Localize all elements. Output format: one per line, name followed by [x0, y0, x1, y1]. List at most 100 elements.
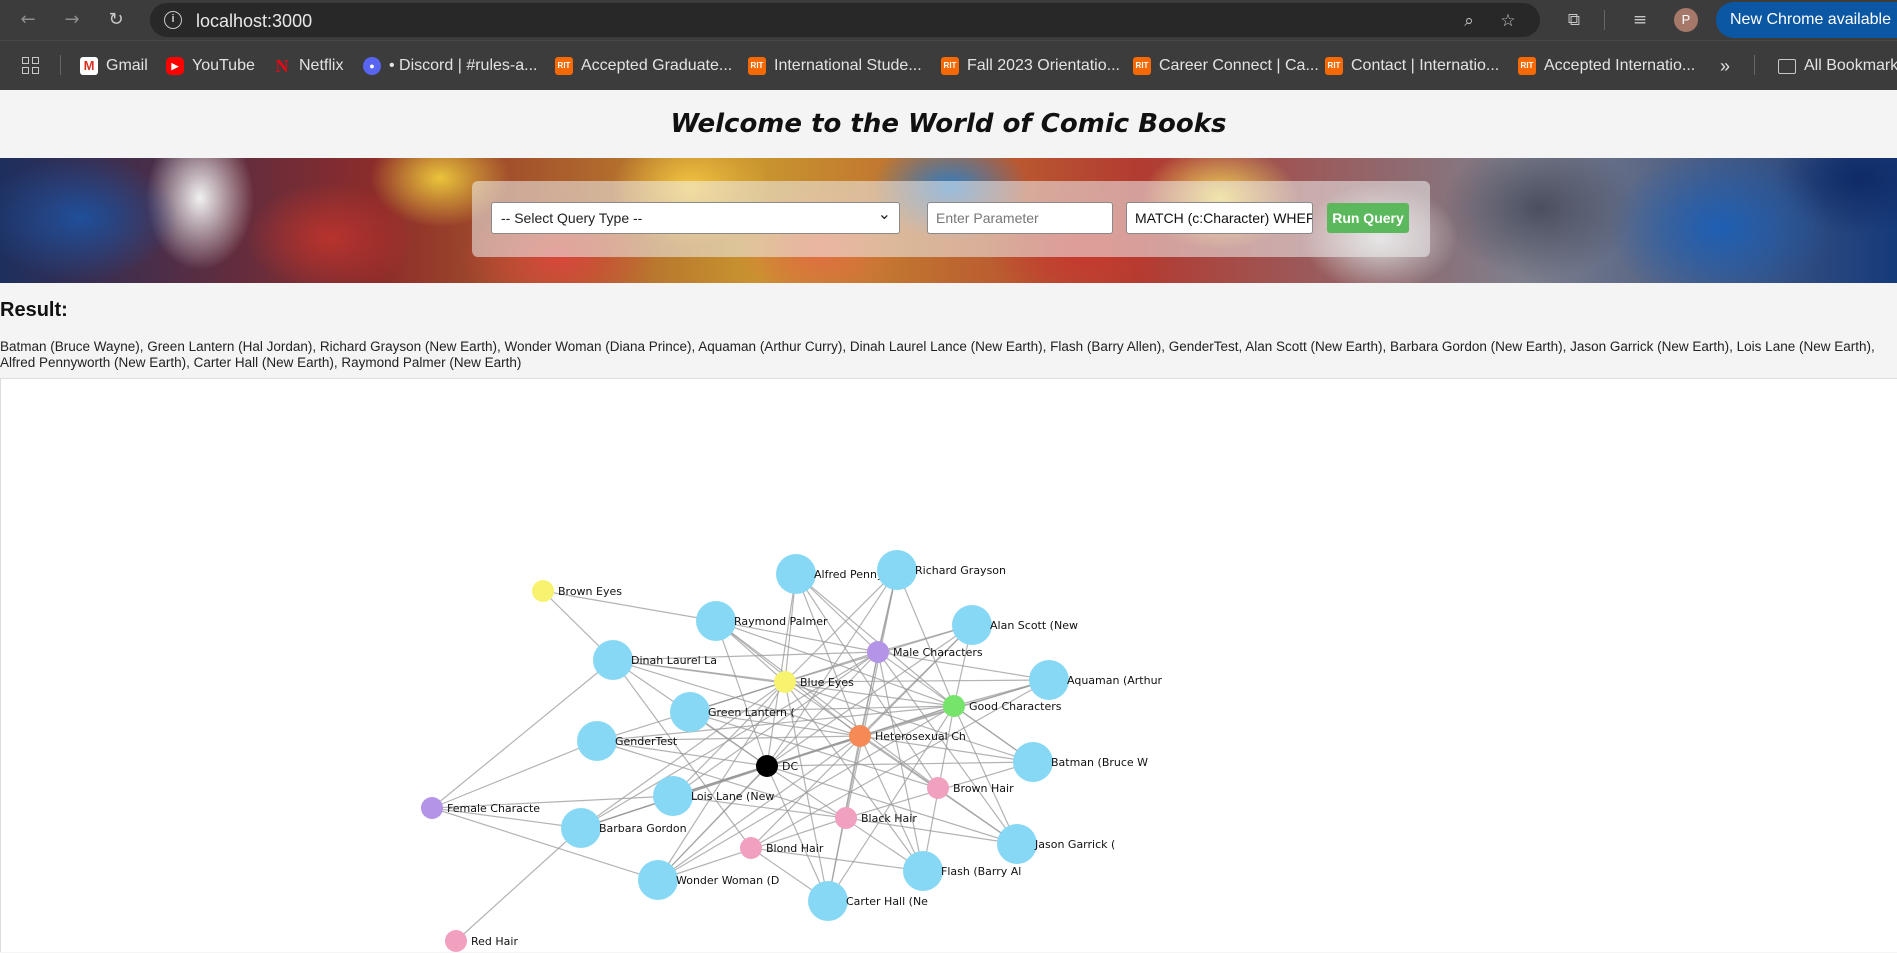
graph-node-label: Wonder Woman (D: [676, 874, 779, 887]
graph-node-circle[interactable]: [849, 725, 871, 747]
graph-node-label: Brown Eyes: [558, 585, 622, 598]
apps-grid-icon[interactable]: [22, 57, 40, 75]
graph-node-circle[interactable]: [670, 692, 710, 732]
graph-node-circle[interactable]: [696, 601, 736, 641]
graph-edge: [877, 651, 924, 872]
graph-node-circle[interactable]: [421, 797, 443, 819]
media-controls-icon[interactable]: ≡: [1628, 8, 1652, 32]
bookmark-fall-orientation[interactable]: RIT Fall 2023 Orientatio...: [941, 55, 1120, 77]
graph-node-batman[interactable]: Batman (Bruce W: [1013, 742, 1148, 782]
graph-node-label: Dinah Laurel La: [631, 654, 717, 667]
graph-node-label: Raymond Palmer: [734, 615, 828, 628]
bookmark-youtube[interactable]: ▶ YouTube: [166, 55, 255, 77]
graph-node-circle[interactable]: [740, 837, 762, 859]
graph-node-circle[interactable]: [653, 776, 693, 816]
graph-node-circle[interactable]: [997, 824, 1037, 864]
graph-node-redhair[interactable]: Red Hair: [445, 930, 518, 952]
back-arrow-icon[interactable]: ←: [16, 8, 40, 32]
graph-node-circle[interactable]: [1029, 660, 1069, 700]
graph-edge: [845, 569, 898, 819]
graph-node-aquaman[interactable]: Aquaman (Arthur: [1029, 660, 1163, 700]
address-bar[interactable]: i localhost:3000 ⌕ ☆: [150, 3, 1540, 37]
graph-node-circle[interactable]: [877, 550, 917, 590]
network-graph[interactable]: Alfred Pennywor Richard GraysonRaymond Pa…: [1, 379, 1897, 953]
rit-icon: RIT: [941, 57, 959, 75]
graph-node-label: Good Characters: [969, 700, 1062, 713]
all-bookmarks-folder[interactable]: All Bookmarks: [1778, 55, 1897, 77]
graph-node-richard[interactable]: Richard Grayson: [877, 550, 1006, 590]
bookmark-label: All Bookmarks: [1804, 57, 1897, 74]
graph-node-carter[interactable]: Carter Hall (Ne: [808, 881, 928, 921]
comic-banner: -- Select Query Type -- Enter Parameter …: [0, 158, 1897, 283]
graph-node-label: Jason Garrick (: [1034, 838, 1115, 851]
bookmark-contact-international[interactable]: RIT Contact | Internatio...: [1325, 55, 1499, 77]
bookmark-accepted-international[interactable]: RIT Accepted Internatio...: [1518, 55, 1695, 77]
graph-node-browneyes[interactable]: Brown Eyes: [532, 580, 622, 602]
query-type-select[interactable]: -- Select Query Type --: [491, 199, 900, 234]
graph-node-circle[interactable]: [867, 641, 889, 663]
graph-node-circle[interactable]: [445, 930, 467, 952]
bookmarks-divider: [60, 55, 61, 75]
rit-icon: RIT: [1133, 57, 1151, 75]
graph-node-circle[interactable]: [774, 671, 796, 693]
graph-node-circle[interactable]: [927, 777, 949, 799]
bookmark-career-connect[interactable]: RIT Career Connect | Ca...: [1133, 55, 1319, 77]
graph-node-circle[interactable]: [903, 851, 943, 891]
graph-edge: [431, 807, 659, 881]
graph-node-label: Female Characte: [447, 802, 540, 815]
result-text: Batman (Bruce Wayne), Green Lantern (Hal…: [0, 339, 1875, 370]
graph-edge: [431, 740, 598, 809]
extensions-icon[interactable]: ⧉: [1562, 8, 1586, 32]
graph-node-label: Flash (Barry Al: [941, 865, 1021, 878]
bookmark-star-icon[interactable]: ☆: [1496, 9, 1520, 33]
chrome-update-label: New Chrome available: [1730, 11, 1891, 28]
graph-edge: [953, 705, 1018, 845]
bookmark-netflix[interactable]: N Netflix: [273, 55, 344, 77]
graph-node-circle[interactable]: [532, 580, 554, 602]
graph-node-label: Alan Scott (New: [990, 619, 1078, 632]
bookmark-gmail[interactable]: M Gmail: [80, 55, 148, 77]
graph-node-female[interactable]: Female Characte: [421, 797, 540, 819]
reload-icon[interactable]: ↻: [104, 8, 128, 32]
graph-node-label: DC: [782, 760, 798, 773]
chrome-update-button[interactable]: New Chrome available: [1716, 2, 1897, 38]
parameter-input[interactable]: Enter Parameter: [927, 202, 1113, 234]
graph-node-circle[interactable]: [776, 554, 816, 594]
bookmark-discord[interactable]: ● • Discord | #rules-a...: [363, 55, 537, 77]
graph-node-circle[interactable]: [638, 860, 678, 900]
graph-node-label: Barbara Gordon: [599, 822, 687, 835]
graph-node-label: Blond Hair: [766, 842, 824, 855]
graph-node-circle[interactable]: [577, 721, 617, 761]
bookmark-accepted-graduate[interactable]: RIT Accepted Graduate...: [555, 55, 732, 77]
graph-node-raymond[interactable]: Raymond Palmer: [696, 601, 828, 641]
graph-node-circle[interactable]: [835, 807, 857, 829]
rit-icon: RIT: [1518, 57, 1536, 75]
zoom-icon[interactable]: ⌕: [1457, 9, 1481, 33]
graph-node-circle[interactable]: [808, 881, 848, 921]
bookmark-label: Accepted Internatio...: [1544, 57, 1696, 74]
graph-node-dinah[interactable]: Dinah Laurel La: [593, 640, 717, 680]
graph-node-circle[interactable]: [1013, 742, 1053, 782]
graph-node-circle[interactable]: [561, 808, 601, 848]
forward-arrow-icon[interactable]: →: [60, 8, 84, 32]
graph-node-circle[interactable]: [593, 640, 633, 680]
graph-node-circle[interactable]: [952, 605, 992, 645]
run-query-button[interactable]: Run Query: [1327, 203, 1409, 233]
graph-node-label: Green Lantern (: [708, 706, 795, 719]
profile-avatar[interactable]: P: [1674, 8, 1698, 32]
graph-node-label: Blue Eyes: [800, 676, 854, 689]
graph-node-jason[interactable]: Jason Garrick (: [997, 824, 1115, 864]
discord-icon: ●: [363, 57, 381, 75]
site-info-icon[interactable]: i: [164, 11, 182, 29]
graph-node-label: Red Hair: [471, 935, 518, 948]
address-url[interactable]: localhost:3000: [196, 11, 312, 32]
graph-node-circle[interactable]: [943, 695, 965, 717]
graph-node-alan[interactable]: Alan Scott (New: [952, 605, 1078, 645]
cypher-query-input[interactable]: MATCH (c:Character) WHEF: [1126, 202, 1313, 234]
more-bookmarks-chevron-icon[interactable]: »: [1720, 55, 1730, 77]
bookmark-international-student[interactable]: RIT International Stude...: [748, 55, 922, 77]
graph-node-circle[interactable]: [756, 755, 778, 777]
youtube-icon: ▶: [166, 57, 184, 75]
bookmark-label: Career Connect | Ca...: [1159, 57, 1319, 74]
graph-node-wonder[interactable]: Wonder Woman (D: [638, 860, 779, 900]
